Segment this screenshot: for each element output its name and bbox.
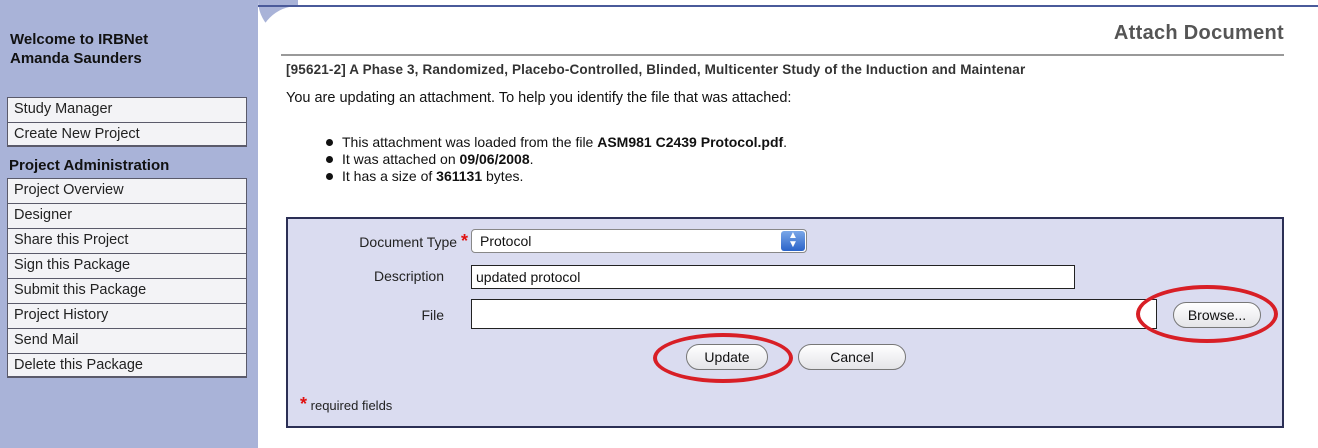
info-text: It has a size of bbox=[342, 168, 437, 184]
nav-project-history[interactable]: Project History bbox=[7, 303, 247, 328]
file-size: 361131 bbox=[436, 168, 483, 184]
file-name: ASM981 C2439 Protocol.pdf bbox=[597, 134, 784, 150]
document-type-select[interactable]: Protocol ▲ ▼ bbox=[471, 229, 807, 253]
welcome-line: Welcome to IRBNet bbox=[10, 31, 149, 48]
nav-study-manager[interactable]: Study Manager bbox=[7, 97, 247, 122]
intro-text: You are updating an attachment. To help … bbox=[286, 90, 792, 106]
highlight-oval bbox=[1136, 285, 1278, 343]
project-administration-heading: Project Administration bbox=[9, 157, 170, 174]
description-input[interactable]: updated protocol bbox=[471, 265, 1075, 289]
user-name: Amanda Saunders bbox=[10, 50, 142, 67]
nav-send-mail[interactable]: Send Mail bbox=[7, 328, 247, 353]
document-type-value: Protocol bbox=[480, 233, 532, 249]
list-item: It was attached on 09/06/2008. bbox=[326, 151, 787, 168]
nav-sign-package[interactable]: Sign this Package bbox=[7, 253, 247, 278]
project-nav: Project Overview Designer Share this Pro… bbox=[7, 178, 247, 378]
list-item: This attachment was loaded from the file… bbox=[326, 134, 787, 151]
attached-date: 09/06/2008 bbox=[459, 151, 530, 167]
info-text: bytes. bbox=[482, 168, 524, 184]
required-star: * bbox=[460, 231, 468, 251]
highlight-oval bbox=[653, 333, 793, 383]
info-text: This attachment was loaded from the file bbox=[342, 134, 598, 150]
select-arrows-icon: ▲ ▼ bbox=[781, 231, 805, 251]
required-star: * bbox=[300, 394, 308, 414]
list-item: It has a size of 361131 bytes. bbox=[326, 168, 787, 185]
header-rule bbox=[258, 5, 1318, 7]
nav-submit-package[interactable]: Submit this Package bbox=[7, 278, 247, 303]
info-text: . bbox=[783, 134, 788, 150]
nav-delete-package[interactable]: Delete this Package bbox=[7, 353, 247, 378]
title-divider bbox=[281, 54, 1284, 56]
cancel-button[interactable]: Cancel bbox=[798, 344, 906, 370]
required-note-text: required fields bbox=[310, 398, 393, 413]
attachment-info-list: This attachment was loaded from the file… bbox=[326, 134, 787, 185]
info-text: . bbox=[529, 151, 534, 167]
description-label: Description bbox=[373, 268, 444, 284]
info-text: It was attached on bbox=[342, 151, 460, 167]
main-nav: Study Manager Create New Project bbox=[7, 97, 247, 147]
document-type-label: Document Type * bbox=[308, 231, 468, 252]
file-input[interactable] bbox=[471, 299, 1157, 329]
required-fields-note: * required fields bbox=[300, 394, 392, 415]
attach-form-panel: Document Type * Protocol ▲ ▼ Description … bbox=[286, 217, 1284, 428]
welcome-text: Welcome to IRBNet Amanda Saunders bbox=[10, 30, 148, 68]
study-title: [95621-2] A Phase 3, Randomized, Placebo… bbox=[286, 62, 1026, 77]
nav-create-new-project[interactable]: Create New Project bbox=[7, 122, 247, 147]
page-title: Attach Document bbox=[1113, 22, 1284, 44]
document-type-label-text: Document Type bbox=[359, 234, 458, 250]
nav-project-overview[interactable]: Project Overview bbox=[7, 178, 247, 203]
nav-designer[interactable]: Designer bbox=[7, 203, 247, 228]
nav-share-project[interactable]: Share this Project bbox=[7, 228, 247, 253]
file-label: File bbox=[421, 307, 444, 323]
